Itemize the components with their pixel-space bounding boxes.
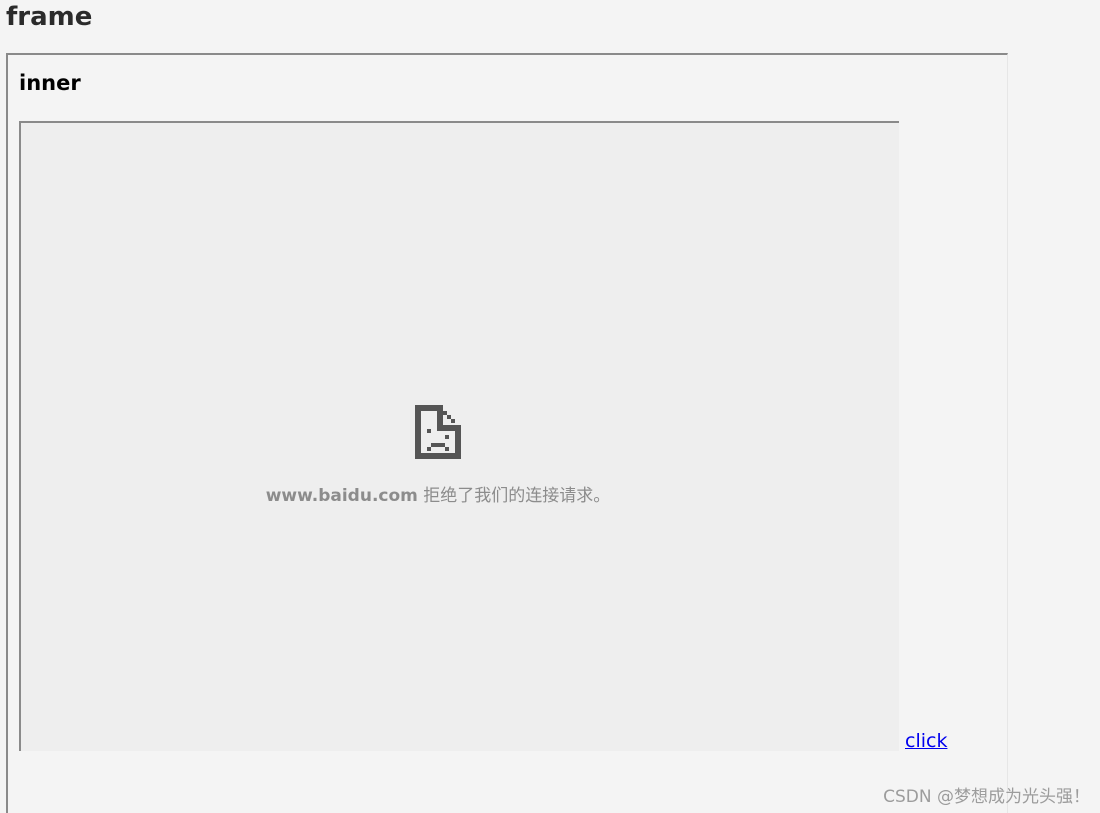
- sad-document-icon: [415, 405, 461, 459]
- outer-iframe[interactable]: inner www.baidu.com 拒绝了我们的连接请求。 click: [6, 53, 1008, 813]
- inner-iframe[interactable]: www.baidu.com 拒绝了我们的连接请求。: [19, 121, 899, 751]
- click-link[interactable]: click: [905, 730, 947, 752]
- csdn-watermark: CSDN @梦想成为光头强！: [883, 787, 1090, 807]
- connection-refused-message: www.baidu.com 拒绝了我们的连接请求。: [21, 481, 855, 506]
- page-title: frame: [6, 2, 93, 32]
- error-text: 拒绝了我们的连接请求。: [417, 486, 611, 506]
- error-host: www.baidu.com: [265, 486, 418, 506]
- inner-frame-title: inner: [19, 71, 81, 95]
